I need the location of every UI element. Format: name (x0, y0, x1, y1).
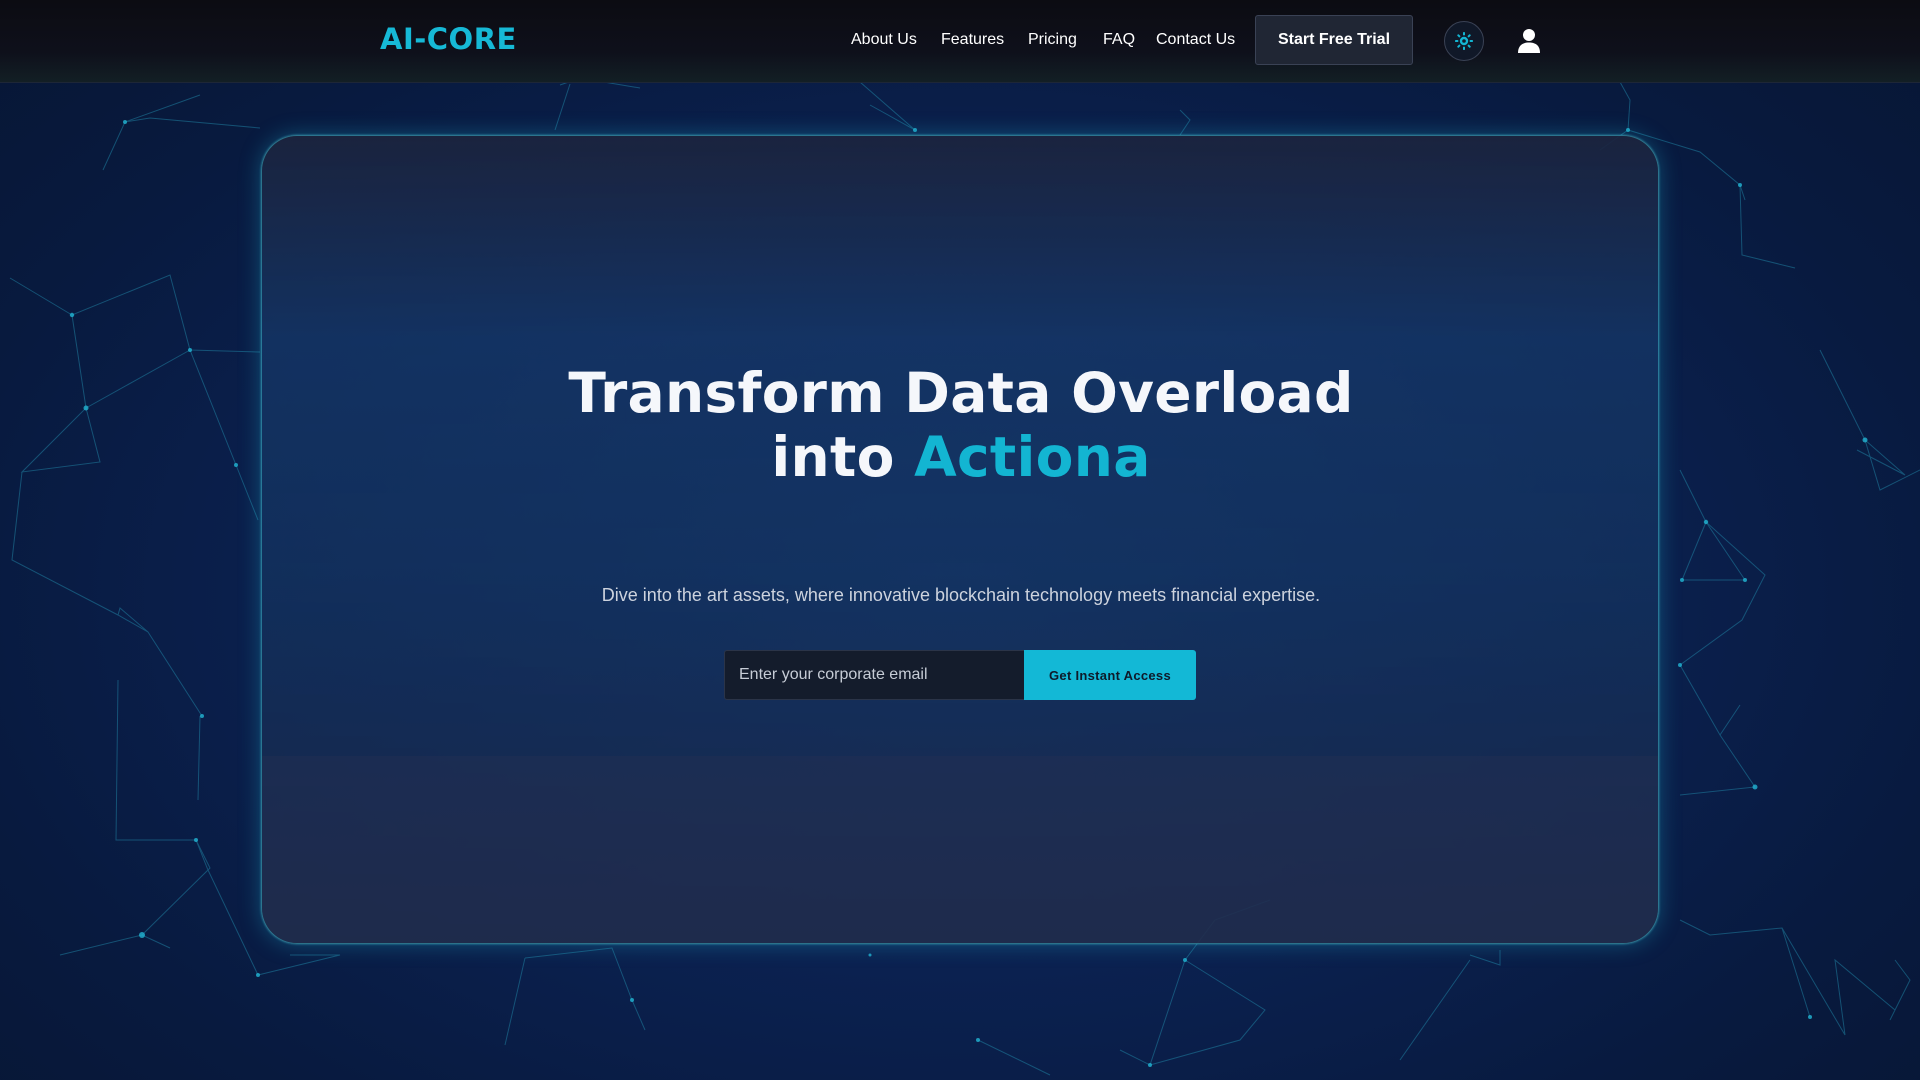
email-signup-form: Get Instant Access (724, 650, 1196, 700)
user-account-button[interactable] (1514, 26, 1544, 56)
nav-contact-us[interactable]: Contact Us (1156, 31, 1235, 49)
corporate-email-input[interactable] (724, 650, 1024, 700)
headline-accent-word: Actiona (914, 425, 1151, 489)
sun-gear-icon (1455, 32, 1473, 50)
headline-line-2: into Actiona (262, 425, 1658, 489)
nav-features[interactable]: Features (941, 31, 1004, 49)
get-instant-access-button[interactable]: Get Instant Access (1024, 650, 1196, 700)
hero-card-lower-band (262, 756, 1658, 943)
page: AI-CORE About Us Features Pricing FAQ Co… (0, 0, 1920, 1080)
headline-line-1: Transform Data Overload (568, 361, 1354, 425)
hero-subtitle: Dive into the art assets, where innovati… (601, 585, 1321, 605)
user-icon (1518, 29, 1540, 53)
nav-faq[interactable]: FAQ (1103, 31, 1135, 49)
hero-headline: Transform Data Overload into Actiona (262, 361, 1658, 489)
logo[interactable]: AI-CORE (380, 22, 517, 56)
theme-toggle-button[interactable] (1444, 21, 1484, 61)
headline-prefix: into (771, 425, 895, 489)
nav-about-us[interactable]: About Us (851, 31, 917, 49)
nav-pricing[interactable]: Pricing (1028, 31, 1077, 49)
hero-card: Transform Data Overload into Actiona Div… (261, 135, 1659, 944)
start-free-trial-button[interactable]: Start Free Trial (1255, 15, 1413, 65)
top-navigation-bar: AI-CORE About Us Features Pricing FAQ Co… (0, 0, 1920, 83)
topbar-glow (0, 52, 1920, 82)
